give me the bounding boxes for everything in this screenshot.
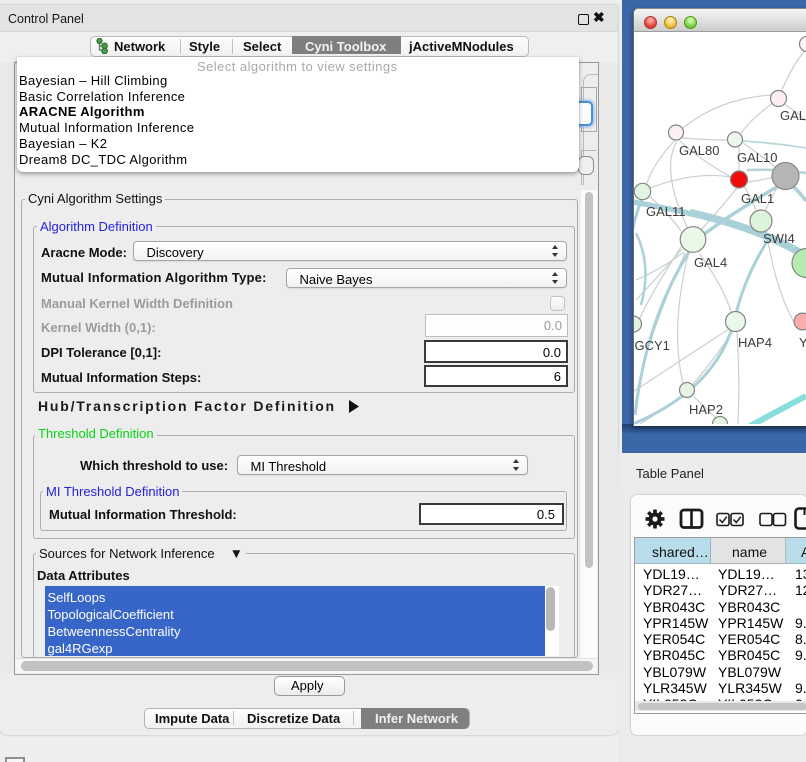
svg-text:GAL80: GAL80 [679,143,719,158]
svg-text:GCY1: GCY1 [635,338,670,353]
svg-text:HAP4: HAP4 [738,335,772,350]
svg-text:GAL7: GAL7 [780,108,806,123]
svg-text:GAL10: GAL10 [737,150,777,165]
svg-text:HAP2: HAP2 [689,402,723,417]
svg-text:SWI4: SWI4 [763,231,795,246]
svg-text:GAL11: GAL11 [646,204,686,219]
svg-text:GAL1: GAL1 [741,191,774,206]
svg-text:YE: YE [799,335,806,350]
svg-text:GAL4: GAL4 [694,255,727,270]
